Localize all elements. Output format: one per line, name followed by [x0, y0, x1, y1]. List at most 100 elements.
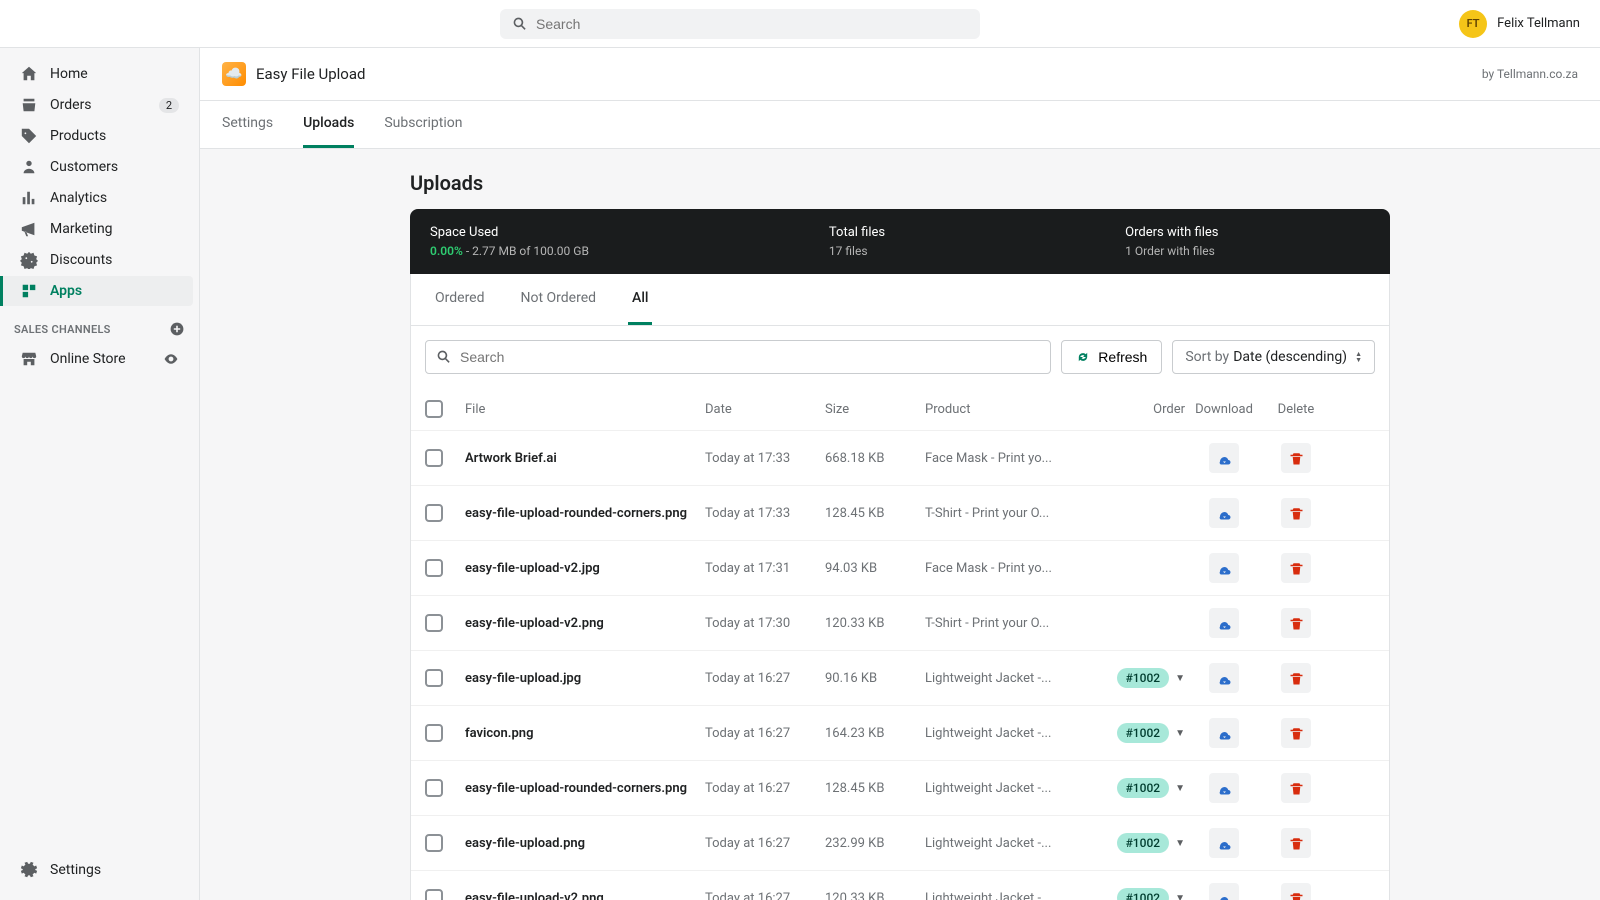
row-checkbox[interactable] — [425, 724, 443, 742]
order-pill[interactable]: #1002 — [1117, 723, 1170, 743]
user-menu[interactable]: FT Felix Tellmann — [1459, 10, 1580, 38]
file-name[interactable]: easy-file-upload.png — [465, 836, 705, 851]
sidebar-item-discounts[interactable]: Discounts — [6, 245, 193, 275]
file-name[interactable]: easy-file-upload-rounded-corners.png — [465, 506, 705, 521]
global-search[interactable] — [500, 9, 980, 39]
delete-button[interactable] — [1281, 883, 1311, 900]
file-product[interactable]: Face Mask - Print yo... — [925, 561, 1095, 576]
row-checkbox[interactable] — [425, 834, 443, 852]
file-name[interactable]: easy-file-upload.jpg — [465, 671, 705, 686]
order-pill[interactable]: #1002 — [1117, 668, 1170, 688]
analytics-icon — [20, 189, 38, 207]
sidebar-item-home[interactable]: Home — [6, 59, 193, 89]
file-name[interactable]: easy-file-upload-v2.jpg — [465, 561, 705, 576]
sidebar-item-products[interactable]: Products — [6, 121, 193, 151]
eye-icon[interactable] — [163, 351, 179, 367]
delete-button[interactable] — [1281, 553, 1311, 583]
file-product[interactable]: T-Shirt - Print your O... — [925, 506, 1095, 521]
tab-uploads[interactable]: Uploads — [303, 101, 354, 148]
download-button[interactable] — [1209, 663, 1239, 693]
delete-button[interactable] — [1281, 443, 1311, 473]
filter-tab-ordered[interactable]: Ordered — [431, 274, 489, 325]
refresh-button[interactable]: Refresh — [1061, 340, 1162, 374]
cloud-download-icon — [1217, 726, 1232, 741]
file-name[interactable]: easy-file-upload-v2.png — [465, 616, 705, 631]
order-pill[interactable]: #1002 — [1117, 778, 1170, 798]
row-checkbox[interactable] — [425, 559, 443, 577]
sales-channels-label: SALES CHANNELS — [0, 307, 199, 343]
row-checkbox[interactable] — [425, 504, 443, 522]
file-product[interactable]: Lightweight Jacket -... — [925, 781, 1095, 796]
delete-button[interactable] — [1281, 498, 1311, 528]
sidebar-item-settings[interactable]: Settings — [6, 855, 193, 885]
file-size: 164.23 KB — [825, 726, 925, 741]
file-product[interactable]: Lightweight Jacket -... — [925, 726, 1095, 741]
chevron-down-icon[interactable]: ▼ — [1175, 783, 1185, 794]
file-date: Today at 16:27 — [705, 726, 825, 741]
sidebar-item-marketing[interactable]: Marketing — [6, 214, 193, 244]
row-checkbox[interactable] — [425, 614, 443, 632]
file-search-input[interactable] — [460, 349, 1040, 365]
trash-icon — [1289, 451, 1304, 466]
row-checkbox[interactable] — [425, 449, 443, 467]
delete-button[interactable] — [1281, 773, 1311, 803]
orders-icon — [20, 96, 38, 114]
download-button[interactable] — [1209, 498, 1239, 528]
sort-button[interactable]: Sort by Date (descending) ▲▼ — [1172, 340, 1375, 374]
select-all-checkbox[interactable] — [425, 400, 443, 418]
order-pill[interactable]: #1002 — [1117, 833, 1170, 853]
file-size: 128.45 KB — [825, 506, 925, 521]
row-checkbox[interactable] — [425, 889, 443, 900]
file-date: Today at 16:27 — [705, 671, 825, 686]
tab-subscription[interactable]: Subscription — [384, 101, 462, 148]
table-row: easy-file-upload-v2.png Today at 16:27 1… — [411, 871, 1389, 900]
cloud-download-icon — [1217, 891, 1232, 900]
table-row: easy-file-upload-rounded-corners.png Tod… — [411, 486, 1389, 541]
delete-button[interactable] — [1281, 663, 1311, 693]
sidebar-item-orders[interactable]: Orders2 — [6, 90, 193, 120]
file-name[interactable]: easy-file-upload-v2.png — [465, 891, 705, 900]
file-name[interactable]: easy-file-upload-rounded-corners.png — [465, 781, 705, 796]
file-product[interactable]: Lightweight Jacket -... — [925, 836, 1095, 851]
chevron-down-icon[interactable]: ▼ — [1175, 893, 1185, 900]
chevron-down-icon[interactable]: ▼ — [1175, 728, 1185, 739]
sidebar-item-customers[interactable]: Customers — [6, 152, 193, 182]
col-delete: Delete — [1263, 402, 1329, 417]
sidebar-item-analytics[interactable]: Analytics — [6, 183, 193, 213]
download-button[interactable] — [1209, 828, 1239, 858]
delete-button[interactable] — [1281, 718, 1311, 748]
sidebar-item-label: Analytics — [50, 190, 107, 206]
filter-tab-all[interactable]: All — [628, 274, 652, 325]
delete-button[interactable] — [1281, 828, 1311, 858]
download-button[interactable] — [1209, 553, 1239, 583]
filter-tab-not-ordered[interactable]: Not Ordered — [517, 274, 601, 325]
global-search-input[interactable] — [536, 16, 968, 32]
sidebar-item-online-store[interactable]: Online Store — [6, 344, 193, 374]
download-button[interactable] — [1209, 773, 1239, 803]
tab-settings[interactable]: Settings — [222, 101, 273, 148]
stat-orders: Orders with files 1 Order with files — [1125, 225, 1218, 258]
file-name[interactable]: favicon.png — [465, 726, 705, 741]
sidebar-item-apps[interactable]: Apps — [0, 276, 193, 306]
chevron-down-icon[interactable]: ▼ — [1175, 838, 1185, 849]
download-button[interactable] — [1209, 608, 1239, 638]
file-product[interactable]: Face Mask - Print yo... — [925, 451, 1095, 466]
add-channel-icon[interactable] — [169, 321, 185, 337]
row-checkbox[interactable] — [425, 669, 443, 687]
delete-button[interactable] — [1281, 608, 1311, 638]
row-checkbox[interactable] — [425, 779, 443, 797]
download-button[interactable] — [1209, 443, 1239, 473]
chevron-down-icon[interactable]: ▼ — [1175, 673, 1185, 684]
file-product[interactable]: T-Shirt - Print your O... — [925, 616, 1095, 631]
file-name[interactable]: Artwork Brief.ai — [465, 451, 705, 466]
file-product[interactable]: Lightweight Jacket -... — [925, 891, 1095, 900]
username: Felix Tellmann — [1497, 16, 1580, 31]
order-pill[interactable]: #1002 — [1117, 888, 1170, 900]
download-button[interactable] — [1209, 718, 1239, 748]
byline-link[interactable]: Tellmann.co.za — [1497, 67, 1578, 81]
file-search[interactable] — [425, 340, 1051, 374]
file-product[interactable]: Lightweight Jacket -... — [925, 671, 1095, 686]
download-button[interactable] — [1209, 883, 1239, 900]
customers-icon — [20, 158, 38, 176]
discounts-icon — [20, 251, 38, 269]
